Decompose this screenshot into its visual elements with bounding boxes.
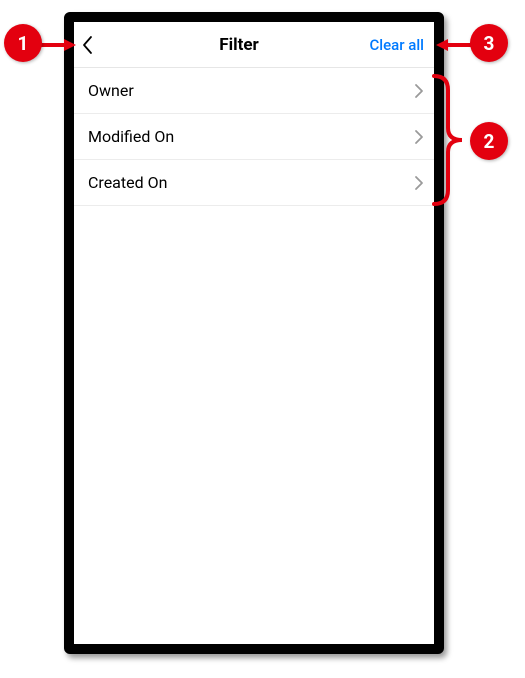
chevron-left-icon — [80, 34, 96, 56]
annotation-arrow-icon — [40, 38, 76, 52]
annotation-label: 3 — [484, 32, 495, 55]
annotation-badge-1: 1 — [4, 24, 42, 62]
annotation-label: 1 — [18, 32, 29, 55]
filter-row-owner[interactable]: Owner — [74, 68, 434, 114]
page-title: Filter — [114, 35, 364, 55]
clear-all-button[interactable]: Clear all — [364, 36, 424, 54]
annotation-label: 2 — [484, 130, 495, 153]
filter-row-modified-on[interactable]: Modified On — [74, 114, 434, 160]
chevron-right-icon — [412, 127, 426, 147]
device-frame: Filter Clear all Owner Modified On Creat… — [64, 12, 444, 654]
annotation-bracket-icon — [432, 70, 464, 210]
chevron-right-icon — [412, 81, 426, 101]
back-button[interactable] — [80, 34, 114, 56]
chevron-right-icon — [412, 173, 426, 193]
header: Filter Clear all — [74, 22, 434, 68]
annotation-badge-3: 3 — [470, 24, 508, 62]
annotation-arrow-icon — [436, 38, 472, 52]
filter-row-label: Owner — [88, 81, 134, 100]
filter-row-label: Created On — [88, 173, 167, 192]
filter-row-label: Modified On — [88, 127, 174, 146]
filter-list: Owner Modified On Created On — [74, 68, 434, 206]
filter-row-created-on[interactable]: Created On — [74, 160, 434, 206]
annotation-badge-2: 2 — [470, 122, 508, 160]
